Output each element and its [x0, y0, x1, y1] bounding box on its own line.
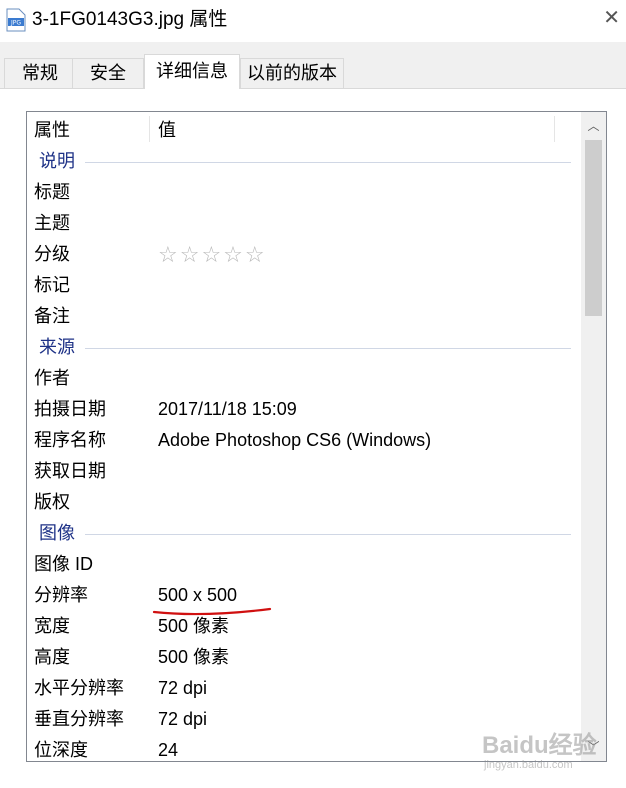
property-list[interactable]: 属性 值 说明 标题 主题 分级 ☆☆☆☆☆ 标记 备注 来源 作者 拍摄日期 …: [26, 111, 607, 762]
property-label: 获取日期: [34, 461, 106, 481]
tab-details[interactable]: 详细信息: [144, 54, 240, 89]
group-title: 来源: [39, 337, 75, 357]
property-row-height[interactable]: 高度 500 像素: [27, 642, 579, 673]
property-value[interactable]: Adobe Photoshop CS6 (Windows): [158, 425, 431, 456]
property-label: 宽度: [34, 616, 70, 636]
property-label: 标记: [34, 275, 70, 295]
property-row-horizontal-resolution[interactable]: 水平分辨率 72 dpi: [27, 673, 579, 704]
property-label: 主题: [34, 213, 70, 233]
property-label: 拍摄日期: [34, 399, 106, 419]
group-divider: [85, 534, 571, 535]
property-row-title[interactable]: 标题: [27, 177, 579, 208]
scrollbar-thumb[interactable]: [585, 140, 602, 316]
property-row-rating[interactable]: 分级 ☆☆☆☆☆: [27, 239, 579, 270]
property-label: 标题: [34, 182, 70, 202]
property-value[interactable]: 500 像素: [158, 642, 229, 673]
group-divider: [85, 162, 571, 163]
column-divider[interactable]: [149, 116, 150, 142]
property-row-subject[interactable]: 主题: [27, 208, 579, 239]
property-row-tags[interactable]: 标记: [27, 270, 579, 301]
property-label: 垂直分辨率: [34, 709, 124, 729]
group-title: 图像: [39, 523, 75, 543]
property-row-width[interactable]: 宽度 500 像素: [27, 611, 579, 642]
property-label: 程序名称: [34, 430, 106, 450]
property-label: 版权: [34, 492, 70, 512]
property-label: 位深度: [34, 740, 88, 760]
details-panel: 属性 值 说明 标题 主题 分级 ☆☆☆☆☆ 标记 备注 来源 作者 拍摄日期 …: [0, 88, 626, 788]
property-row-dimensions[interactable]: 分辨率 500 x 500: [27, 580, 579, 616]
property-value[interactable]: 72 dpi: [158, 704, 207, 735]
property-value[interactable]: 2017/11/18 15:09: [158, 394, 297, 425]
property-value[interactable]: 72 dpi: [158, 673, 207, 704]
svg-text:JPG: JPG: [10, 20, 21, 27]
tab-security[interactable]: 安全: [72, 58, 144, 88]
property-row-author[interactable]: 作者: [27, 363, 579, 394]
property-row-date-acquired[interactable]: 获取日期: [27, 456, 579, 487]
watermark-url: jingyan.baidu.com: [484, 759, 573, 771]
close-icon[interactable]: ✕: [603, 6, 620, 30]
property-value[interactable]: 500 像素: [158, 611, 229, 642]
group-divider: [85, 348, 571, 349]
property-rows: 说明 标题 主题 分级 ☆☆☆☆☆ 标记 备注 来源 作者 拍摄日期 2017/…: [27, 146, 579, 761]
tab-general[interactable]: 常规: [4, 58, 76, 88]
property-row-copyright[interactable]: 版权: [27, 487, 579, 518]
tab-previous-versions[interactable]: 以前的版本: [240, 58, 344, 88]
property-label: 分辨率: [34, 585, 88, 605]
scroll-up-icon[interactable]: ︿: [581, 114, 606, 138]
column-divider: [554, 116, 555, 142]
rating-stars[interactable]: ☆☆☆☆☆: [158, 239, 267, 270]
property-row-image-id[interactable]: 图像 ID: [27, 549, 579, 580]
property-label: 高度: [34, 647, 70, 667]
title-bar: JPG 3-1FG0143G3.jpg 属性 ✕: [0, 0, 626, 42]
image-file-icon: JPG: [6, 8, 26, 32]
property-label: 图像 ID: [34, 554, 94, 574]
column-header-value[interactable]: 值: [158, 112, 176, 146]
property-label: 分级: [34, 244, 70, 264]
property-label: 备注: [34, 306, 70, 326]
property-row-comments[interactable]: 备注: [27, 301, 579, 332]
column-header-property[interactable]: 属性: [34, 112, 70, 146]
property-row-date-taken[interactable]: 拍摄日期 2017/11/18 15:09: [27, 394, 579, 425]
watermark-brand: Baidu经验: [482, 732, 597, 759]
property-row-program-name[interactable]: 程序名称 Adobe Photoshop CS6 (Windows): [27, 425, 579, 456]
group-header-origin: 来源: [27, 332, 579, 363]
property-label: 水平分辨率: [34, 678, 124, 698]
vertical-scrollbar[interactable]: ︿ ﹀: [581, 112, 606, 761]
group-header-description: 说明: [27, 146, 579, 177]
group-header-image: 图像: [27, 518, 579, 549]
baidu-watermark: Baidu经验 jingyan.baidu.com: [480, 723, 620, 783]
tab-bar: 常规 安全 详细信息 以前的版本: [0, 42, 626, 89]
group-title: 说明: [39, 151, 75, 171]
property-label: 作者: [34, 368, 70, 388]
property-value[interactable]: 24: [158, 735, 178, 761]
window-title: 3-1FG0143G3.jpg 属性: [32, 9, 228, 30]
